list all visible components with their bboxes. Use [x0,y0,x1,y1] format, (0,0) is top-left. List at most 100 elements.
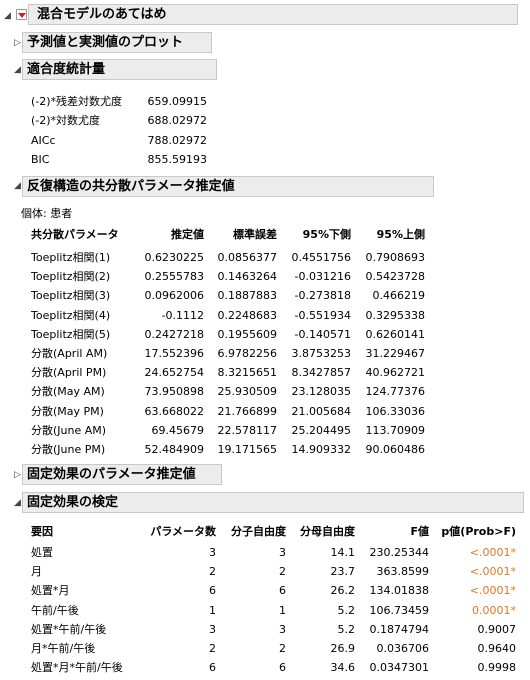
cov-row: Toeplitz相関(5) 0.2427218 0.1955609 -0.140571… [0,325,530,344]
cov-cell: 21.005684 [291,404,352,418]
test-cell: 134.01838 [369,584,430,598]
fit-stat-label: BIC [31,152,50,166]
cov-cell: 0.1463264 [217,270,278,284]
cov-column-header: 推定値 [171,228,204,241]
test-cell: 14.1 [330,546,356,559]
cov-row: 分散(June PM) 52.484909 19.171565 14.909332 90… [0,440,530,459]
collapse-triangle-icon[interactable]: ◢ [4,11,11,21]
cov-header-row: 共分散パラメータ 推定値 標準誤差 95%下側 95%上側 [0,225,530,244]
main-header: 混合モデルのあてはめ [28,4,518,25]
expand-triangle-icon[interactable]: ▷ [14,38,21,48]
fit-stat-row: BIC 855.59193 [0,150,530,169]
expand-triangle-icon[interactable]: ▷ [14,470,21,480]
fit-stat-value: 788.02972 [147,133,208,147]
collapse-triangle-icon[interactable]: ◢ [14,65,21,75]
test-cell: 5.2 [337,622,356,636]
test-row: 処置*月*午前/午後 6 6 34.6 0.0347301 0.9998 [0,658,530,677]
test-cell: 6 [209,584,216,598]
section-plot-title: 予測値と実測値のプロット [27,35,184,50]
cov-cell: 90.060486 [365,443,426,456]
test-cell: 3 [279,622,286,636]
test-column-header: p値(Prob>F) [441,525,516,538]
cov-row: 分散(April AM) 17.552396 6.9782256 3.8753253 3… [0,344,530,363]
cov-cell: 124.77376 [365,385,426,399]
cov-subject-label: 個体: 患者 [21,207,73,220]
cov-cell: 分散(April AM) [31,347,108,360]
cov-cell: 0.1887883 [217,289,278,303]
collapse-triangle-icon[interactable]: ◢ [14,498,21,508]
cov-row: 分散(June AM) 69.45679 22.578117 25.204495 113… [0,421,530,440]
cov-cell: -0.031216 [294,270,351,284]
p-value: <.0001* [469,584,516,598]
test-column-header: 分母自由度 [300,525,355,538]
test-cell: 26.2 [330,584,356,598]
test-cell: 6 [209,661,216,675]
cov-cell: -0.273818 [294,289,351,303]
section-fit-header[interactable]: 適合度統計量 [22,59,217,80]
cov-cell: 31.229467 [365,347,426,360]
p-value: 0.9007 [477,622,517,636]
section-fixed-est-title: 固定効果のパラメータ推定値 [27,467,196,482]
collapse-triangle-icon[interactable]: ◢ [14,181,21,191]
test-cell: 230.25344 [369,546,430,559]
test-cell: 処置*月 [31,584,70,598]
cov-cell: 17.552396 [144,347,205,360]
cov-cell: 23.128035 [291,385,352,399]
cov-cell: 0.6260141 [365,327,426,341]
test-cell: 月*午前/午後 [31,642,96,655]
test-cell: 1 [279,603,286,617]
test-cell: 34.6 [330,661,356,675]
p-value: <.0001* [469,546,516,559]
cov-column-header: 95%下側 [302,228,351,241]
test-column-header: 分子自由度 [231,525,286,538]
cov-cell: 69.45679 [151,423,205,437]
cov-cell: 0.466219 [372,289,426,303]
fit-stat-value: 688.02972 [147,114,208,128]
cov-cell: 0.0856377 [217,251,278,264]
cov-row: Toeplitz相関(2) 0.2555783 0.1463264 -0.031216… [0,267,530,286]
test-row: 午前/午後 1 1 5.2 106.73459 0.0001* [0,601,530,620]
cov-cell: 分散(June PM) [31,443,106,456]
cov-cell: 106.33036 [365,404,426,418]
cov-cell: 0.2427218 [144,327,205,341]
test-cell: 2 [279,642,286,655]
cov-cell: 14.909332 [291,443,352,456]
section-fit-title: 適合度統計量 [27,62,106,77]
cov-cell: 0.1955609 [217,327,278,341]
fit-stat-label: (-2)*残差対数尤度 [31,95,123,108]
section-plot-header[interactable]: 予測値と実測値のプロット [22,32,212,53]
test-cell: 3 [279,546,286,559]
test-cell: 2 [209,565,216,579]
cov-row: 分散(April PM) 24.652754 8.3215651 8.3427857 4… [0,363,530,382]
test-column-header: パラメータ数 [150,525,216,538]
p-value: 0.0001* [472,603,516,617]
section-fixed-est-header[interactable]: 固定効果のパラメータ推定値 [22,464,222,485]
test-cell: 0.1874794 [369,622,430,636]
section-fixed-test-header[interactable]: 固定効果の検定 [22,492,524,513]
cov-cell: Toeplitz相関(3) [31,289,111,303]
cov-cell: 24.652754 [144,366,205,380]
cov-cell: Toeplitz相関(2) [31,270,111,284]
test-cell: 2 [279,565,286,579]
cov-cell: 25.204495 [291,423,352,437]
cov-cell: 40.962721 [365,366,426,380]
cov-cell: 22.578117 [217,423,278,437]
test-cell: 23.7 [330,565,356,579]
section-cov-header[interactable]: 反復構造の共分散パラメータ推定値 [22,176,434,197]
cov-cell: 25.930509 [217,385,278,399]
cov-cell: Toeplitz相関(1) [31,251,111,264]
cov-cell: Toeplitz相関(4) [31,308,111,322]
red-triangle-menu-icon[interactable] [16,9,27,20]
test-cell: 午前/午後 [31,603,79,617]
main-header-title: 混合モデルのあてはめ [37,7,167,22]
test-cell: 6 [279,584,286,598]
p-value: 0.9640 [477,642,517,655]
test-cell: 26.9 [330,642,356,655]
test-row: 処置 3 3 14.1 230.25344 <.0001* [0,543,530,562]
cov-cell: 0.0962006 [144,289,205,303]
cov-cell: 113.70909 [365,423,426,437]
cov-cell: 0.4551756 [291,251,352,264]
test-header-row: 要因 パラメータ数 分子自由度 分母自由度 F値 p値(Prob>F) [0,522,530,541]
test-cell: 3 [209,622,216,636]
cov-cell: 6.9782256 [217,347,278,360]
